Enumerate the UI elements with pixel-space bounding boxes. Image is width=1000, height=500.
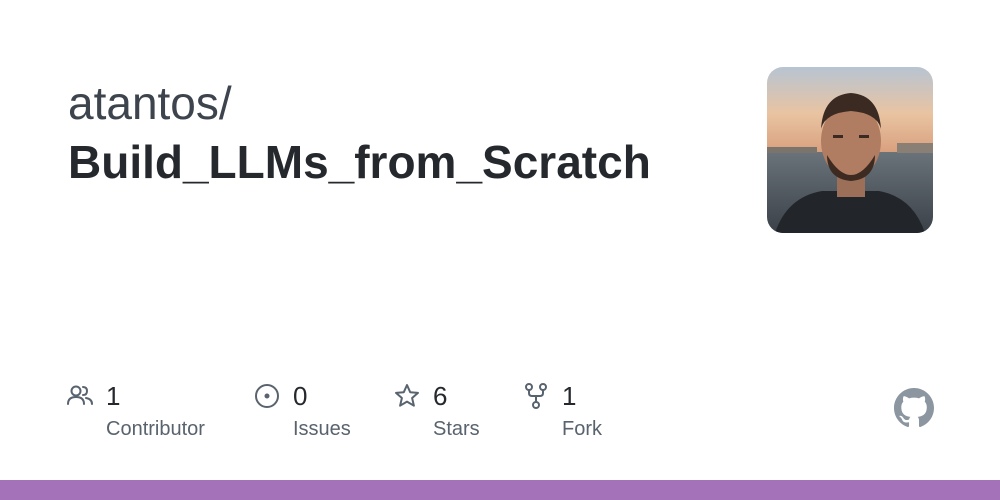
repo-social-card: atantos/ Build_LLMs_from_Scratch 1 Contr… — [0, 0, 1000, 500]
stat-stars[interactable]: 6 Stars — [393, 378, 480, 440]
avatar-photo — [767, 67, 933, 233]
contributors-icon — [66, 382, 94, 410]
stat-forks[interactable]: 1 Fork — [522, 378, 602, 440]
contributors-count: 1 — [106, 381, 121, 411]
language-bar — [0, 480, 1000, 500]
repo-name[interactable]: Build_LLMs_from_Scratch — [68, 132, 688, 192]
github-logo-icon[interactable] — [894, 388, 934, 428]
stars-label: Stars — [433, 418, 480, 440]
issues-icon — [253, 382, 281, 410]
stat-contributors[interactable]: 1 Contributor — [66, 378, 205, 440]
owner-avatar — [767, 67, 933, 233]
star-icon — [393, 382, 421, 410]
issues-count: 0 — [293, 381, 308, 411]
forks-label: Fork — [562, 418, 602, 440]
fork-icon — [522, 382, 550, 410]
contributors-label: Contributor — [106, 418, 205, 440]
issues-label: Issues — [293, 418, 351, 440]
forks-count: 1 — [562, 381, 577, 411]
stat-issues[interactable]: 0 Issues — [253, 378, 351, 440]
title-block: atantos/ Build_LLMs_from_Scratch — [68, 74, 708, 192]
stars-count: 6 — [433, 381, 448, 411]
repo-owner[interactable]: atantos/ — [68, 74, 708, 132]
